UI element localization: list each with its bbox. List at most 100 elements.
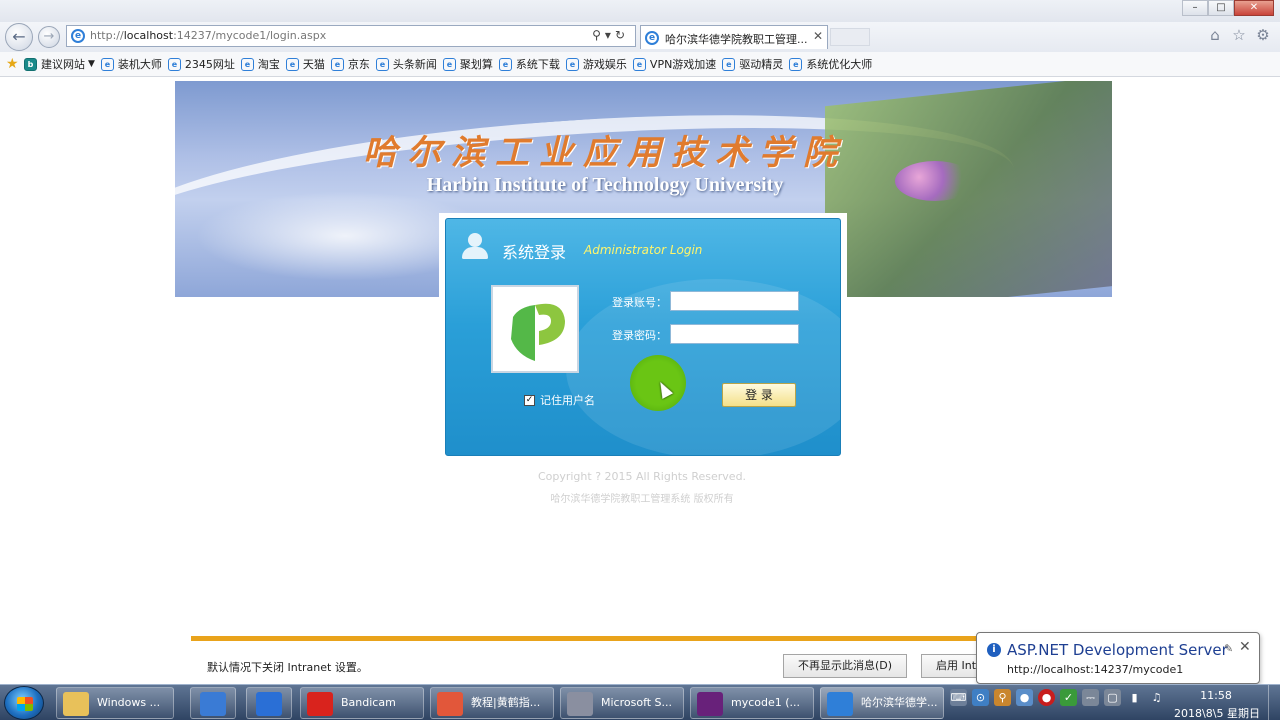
remember-label: 记住用户名 (540, 394, 595, 407)
favorite-item[interactable]: e 聚划算 (442, 56, 493, 72)
address-url[interactable]: http://localhost:14237/mycode1/login.asp… (90, 29, 326, 42)
visual-studio-icon (697, 692, 723, 716)
taskbar-item-browser[interactable]: 哈尔滨华德学... (820, 687, 944, 719)
favorites-bar: ★ b 建议网站 ▼ e 装机大师 e 2345网址 e 淘宝 e 天猫 e 京东 e 头条新闻… (0, 52, 1280, 77)
user-icon (460, 231, 492, 261)
network-user-icon[interactable]: ● (1016, 689, 1033, 706)
favorite-item[interactable]: e VPN游戏加速 (632, 56, 716, 72)
back-arrow-icon: ← (12, 27, 26, 46)
search-tray-icon[interactable]: ⚲ (994, 689, 1011, 706)
start-button[interactable] (4, 686, 44, 720)
home-icon[interactable]: ⌂ (1206, 26, 1224, 44)
taskbar-item-tutorial[interactable]: 教程|黄鹤指... (430, 687, 554, 719)
show-desktop-button[interactable] (1268, 685, 1280, 720)
favorite-item[interactable]: e 2345网址 (167, 56, 235, 72)
forward-button[interactable]: → (38, 26, 60, 48)
usb-icon[interactable]: ⎓ (1082, 689, 1099, 706)
chevron-down-icon: ▼ (88, 59, 95, 69)
minimize-button[interactable]: – (1182, 0, 1208, 16)
search-icon[interactable]: ⚲ (592, 28, 605, 42)
remember-username[interactable]: ✓ 记住用户名 (524, 392, 595, 408)
volume-icon[interactable]: ♫ (1148, 689, 1165, 706)
dropdown-icon[interactable]: ▾ (605, 28, 615, 42)
password-input[interactable] (670, 324, 799, 344)
favorite-item[interactable]: e 淘宝 (240, 56, 280, 72)
windows-logo-icon (17, 697, 33, 711)
account-label: 登录账号： (612, 296, 667, 309)
system-tray: ⌨ ⊙ ⚲ ● ● ✓ ⎓ ▢ ▮ ♫ (950, 689, 1165, 706)
taskbar-item-baidu[interactable] (246, 687, 292, 719)
leaf-logo-icon (511, 303, 565, 361)
favorites-star-icon[interactable]: ★ (6, 56, 24, 72)
browser-tools: ⌂ ☆ ⚙ (1206, 26, 1272, 44)
login-button[interactable]: 登 录 (722, 383, 796, 407)
account-input[interactable] (670, 291, 799, 311)
address-bar[interactable]: e http://localhost:14237/mycode1/login.a… (66, 25, 636, 47)
close-icon[interactable]: ✕ (1239, 639, 1251, 655)
keyboard-icon[interactable]: ⌨ (950, 689, 967, 706)
ie-icon: e (645, 31, 659, 45)
favorite-item[interactable]: e 天猫 (285, 56, 325, 72)
info-icon: i (987, 643, 1001, 657)
taskbar-item-bandicam[interactable]: Bandicam (300, 687, 424, 719)
ie-icon: e (632, 57, 646, 71)
ie-icon: e (240, 57, 254, 71)
maximize-button[interactable]: □ (1208, 0, 1234, 16)
intranet-notification-bar: 默认情况下关闭 Intranet 设置。 不再显示此消息(D) 启用 Intra… (191, 636, 1046, 684)
bing-icon: b (24, 57, 37, 71)
ie-icon: e (100, 57, 114, 71)
paw-icon (256, 692, 282, 716)
favorite-item[interactable]: e 系统下载 (498, 56, 560, 72)
banner-title-en: Harbin Institute of Technology Universit… (426, 174, 784, 196)
ie-icon: e (167, 57, 181, 71)
back-button[interactable]: ← (5, 23, 33, 51)
taskbar-item-sqlserver[interactable]: Microsoft S... (560, 687, 684, 719)
ie-icon: e (71, 29, 85, 43)
ie-icon: e (565, 57, 579, 71)
favorite-item[interactable]: e 游戏娱乐 (565, 56, 627, 72)
screen: – □ ✕ ← → e http://localhost:14237/mycod… (0, 0, 1280, 720)
address-tools: ⚲▾↻ (592, 28, 629, 42)
favorite-item[interactable]: e 京东 (330, 56, 370, 72)
remember-checkbox[interactable]: ✓ (524, 394, 535, 406)
dont-show-again-button[interactable]: 不再显示此消息(D) (783, 654, 908, 678)
close-window-button[interactable]: ✕ (1234, 0, 1274, 16)
close-tab-icon[interactable]: ✕ (813, 29, 823, 43)
ie-icon (827, 692, 853, 716)
forward-arrow-icon: → (43, 29, 55, 44)
record-tray-icon[interactable]: ● (1038, 689, 1055, 706)
tab-title: 哈尔滨华德学院教职工管理... (665, 33, 808, 46)
navigation-bar: ← → e http://localhost:14237/mycode1/log… (0, 22, 1280, 52)
taskbar-item-app[interactable] (190, 687, 236, 719)
ie-icon: e (498, 57, 512, 71)
new-tab-button[interactable] (830, 28, 870, 46)
pin-icon[interactable]: ✎ (1224, 642, 1233, 655)
tab-login[interactable]: e 哈尔滨华德学院教职工管理... ✕ (640, 25, 828, 49)
ie-icon: e (330, 57, 344, 71)
clock-time[interactable]: 11:58 (1186, 689, 1246, 702)
color-wheel-icon (437, 692, 463, 716)
taskbar-item-explorer[interactable]: Windows ... (56, 687, 174, 719)
monitor-icon[interactable]: ▢ (1104, 689, 1121, 706)
favorite-item[interactable]: e 装机大师 (100, 56, 162, 72)
owner-text: 哈尔滨华德学院教职工管理系统 版权所有 (550, 494, 734, 505)
signal-icon[interactable]: ▮ (1126, 689, 1143, 706)
gear-icon[interactable]: ⚙ (1254, 26, 1272, 44)
taskbar-item-visualstudio[interactable]: mycode1 (... (690, 687, 814, 719)
clock-date[interactable]: 2018\8\5 星期日 (1170, 705, 1264, 720)
favorites-star-icon[interactable]: ☆ (1230, 26, 1248, 44)
favorite-item[interactable]: e 头条新闻 (375, 56, 437, 72)
favorite-item[interactable]: e 系统优化大师 (789, 56, 872, 72)
server-icon[interactable]: ⊙ (972, 689, 989, 706)
shield-icon[interactable]: ✓ (1060, 689, 1077, 706)
copyright-text: Copyright ? 2015 All Rights Reserved. (537, 470, 747, 483)
server-balloon[interactable]: i ASP.NET Development Server ✎ ✕ http://… (976, 632, 1260, 691)
ie-icon: e (789, 57, 803, 71)
refresh-icon[interactable]: ↻ (615, 28, 629, 42)
balloon-url: http://localhost:14237/mycode1 (1007, 663, 1184, 676)
favorite-item[interactable]: e 驱动精灵 (722, 56, 783, 72)
favorite-item[interactable]: b 建议网站 ▼ (24, 56, 95, 72)
window-titlebar: – □ ✕ (0, 0, 1280, 22)
ie-icon: e (442, 57, 456, 71)
window-controls: – □ ✕ (1182, 0, 1274, 16)
